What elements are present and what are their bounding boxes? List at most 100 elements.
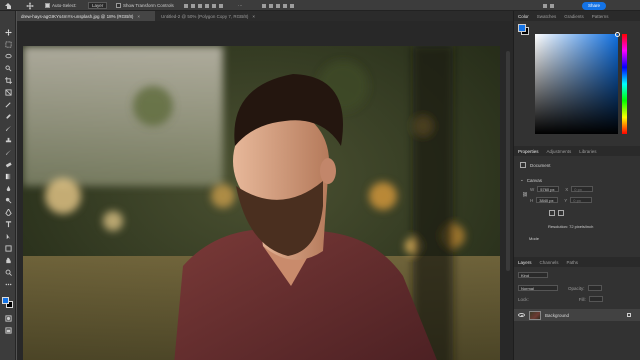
link-icon[interactable]: ⛓ (522, 192, 528, 198)
history-brush-tool[interactable] (4, 149, 12, 156)
tab-patterns[interactable]: Patterns (588, 14, 613, 19)
pen-tool[interactable] (4, 209, 12, 216)
landscape-orientation-icon[interactable] (558, 210, 564, 216)
type-tool[interactable] (4, 221, 12, 228)
close-icon[interactable]: × (252, 14, 255, 19)
tab-gradients[interactable]: Gradients (560, 14, 588, 19)
align-bottom-icon[interactable] (219, 3, 223, 8)
stamp-tool[interactable] (4, 137, 12, 144)
blend-mode-dropdown[interactable]: Normal (518, 285, 558, 291)
crop-tool[interactable] (4, 77, 12, 84)
lasso-tool[interactable] (4, 53, 12, 60)
home-icon (5, 2, 12, 9)
align-right-icon[interactable] (198, 3, 202, 8)
3d-slide-icon[interactable] (283, 3, 287, 8)
tab-libraries[interactable]: Libraries (575, 149, 600, 154)
color-panel-foreground[interactable] (518, 24, 526, 32)
tab-paths[interactable]: Paths (563, 260, 583, 265)
3d-orbit-icon[interactable] (262, 3, 266, 8)
dodge-tool[interactable] (4, 197, 12, 204)
more-options-button[interactable]: ··· (238, 1, 243, 10)
show-transform-check[interactable] (116, 3, 121, 8)
visibility-eye-icon[interactable] (518, 313, 525, 317)
blur-tool[interactable] (4, 185, 12, 192)
options-bar: Auto-Select: Layer Show Transform Contro… (0, 0, 640, 11)
color-picker-handle[interactable] (615, 32, 620, 37)
portrait-orientation-icon[interactable] (549, 210, 555, 216)
foreground-color-swatch[interactable] (2, 297, 9, 304)
home-button[interactable] (5, 1, 12, 10)
workspace-icon[interactable] (550, 3, 554, 8)
tab-swatches[interactable]: Swatches (533, 14, 561, 19)
layers-panel-tabs: Layers Channels Paths (514, 257, 640, 267)
x-field[interactable]: 0 px (571, 186, 594, 192)
auto-select-checkbox[interactable]: Auto-Select: (45, 1, 77, 10)
3d-roll-icon[interactable] (269, 3, 273, 8)
auto-select-check[interactable] (45, 3, 50, 8)
show-transform-checkbox[interactable]: Show Transform Controls (116, 1, 174, 10)
layer-row-background[interactable]: Background (514, 309, 640, 321)
auto-select-target-dropdown[interactable]: Layer (88, 2, 108, 9)
align-center-icon[interactable] (191, 3, 195, 8)
eyedropper-tool[interactable] (4, 101, 12, 108)
gradient-tool[interactable] (4, 173, 12, 180)
canvas-area[interactable] (17, 21, 513, 360)
healing-tool[interactable] (4, 113, 12, 120)
opacity-field[interactable] (587, 285, 602, 291)
move-tool-options[interactable] (26, 1, 34, 10)
zoom-icon (5, 269, 12, 276)
lock-row: Lock: Fill: (518, 296, 603, 302)
search-icon[interactable] (543, 3, 547, 8)
share-button[interactable]: Share (582, 1, 607, 10)
w-label: W (530, 186, 535, 192)
drop-icon (6, 185, 10, 192)
tab-channels[interactable]: Channels (536, 260, 563, 265)
document-image[interactable] (23, 46, 500, 360)
frame-icon (4, 89, 12, 96)
marquee-tool[interactable] (4, 41, 12, 48)
tab-drew-hays-photo[interactable]: drew-hays-agGIKYs4mYs-unsplash.jpg @ 18%… (17, 11, 155, 21)
align-icons[interactable] (184, 1, 226, 10)
tab-color[interactable]: Color (514, 14, 533, 19)
move-tool[interactable] (4, 29, 12, 36)
quick-select-tool[interactable] (4, 65, 12, 72)
screen-mode-button[interactable] (4, 327, 12, 334)
frame-tool[interactable] (4, 89, 12, 96)
right-option-icons[interactable] (543, 1, 557, 10)
quick-mask-button[interactable] (4, 315, 12, 322)
3d-scale-icon[interactable] (290, 3, 294, 8)
more-tools[interactable] (4, 281, 12, 288)
kind-filter-dropdown[interactable]: Kind (518, 272, 548, 278)
shape-icon (4, 245, 12, 252)
hue-slider[interactable] (622, 34, 627, 134)
brush-tool[interactable] (4, 125, 12, 132)
align-top-icon[interactable] (205, 3, 209, 8)
3d-pan-icon[interactable] (276, 3, 280, 8)
tab-untitled-2[interactable]: Untitled-2 @ 50% (Polygon Copy 7, RGB/8)… (157, 11, 287, 21)
tab-layers[interactable]: Layers (514, 260, 536, 265)
x-label: X (565, 186, 569, 192)
tab-properties[interactable]: Properties (514, 149, 543, 154)
zoom-tool[interactable] (4, 269, 12, 276)
3d-mode-icons[interactable] (262, 1, 297, 10)
fill-field[interactable] (588, 296, 603, 302)
color-picker-field[interactable] (535, 34, 618, 134)
path-select-tool[interactable] (4, 233, 12, 240)
eraser-tool[interactable] (4, 161, 12, 168)
eyedropper-icon (5, 102, 11, 108)
tab-label: drew-hays-agGIKYs4mYs-unsplash.jpg @ 18%… (21, 13, 134, 19)
align-left-icon[interactable] (184, 3, 188, 8)
opacity-label: Opacity: (568, 285, 585, 291)
tab-adjustments[interactable]: Adjustments (543, 149, 576, 154)
height-field[interactable]: 3840 px (536, 197, 559, 203)
hand-tool[interactable] (4, 257, 12, 264)
color-panel-tabs: Color Swatches Gradients Patterns (514, 11, 640, 21)
canvas-heading-row[interactable]: ⌄ Canvas (520, 177, 542, 183)
vertical-scrollbar[interactable] (506, 51, 510, 271)
align-middle-icon[interactable] (212, 3, 216, 8)
close-icon[interactable]: × (137, 14, 140, 19)
lock-icon[interactable] (627, 313, 631, 317)
width-field[interactable]: 5760 px (537, 186, 560, 192)
shape-tool[interactable] (4, 245, 12, 252)
y-field[interactable]: 0 px (570, 197, 593, 203)
